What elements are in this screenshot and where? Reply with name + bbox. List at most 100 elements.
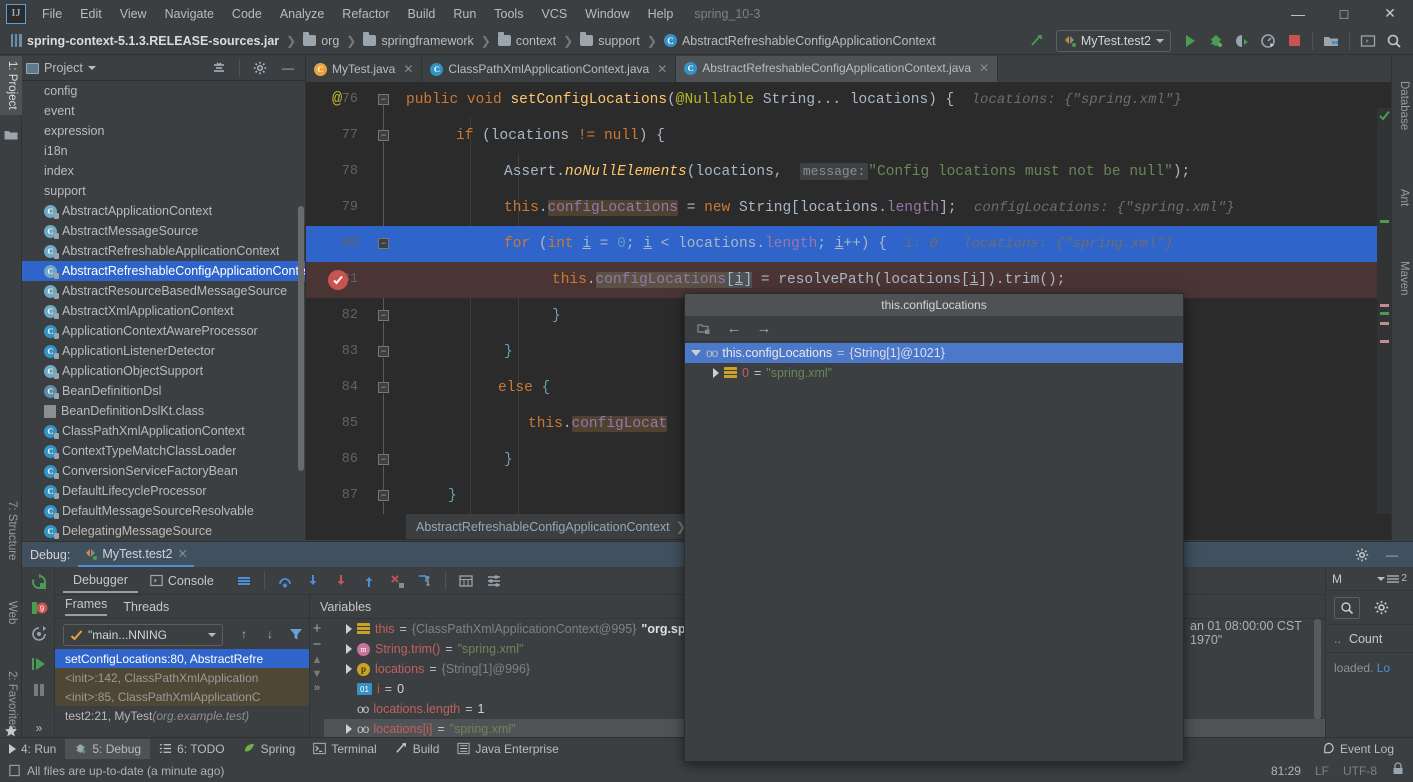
sidebar-item-ant[interactable]: Ant (1392, 184, 1413, 211)
bottom-tab-build[interactable]: Build (386, 739, 449, 759)
popup-row-configlocations[interactable]: oo this.configLocations = {String[1]@102… (685, 343, 1183, 363)
frame-row[interactable]: test2:21, MyTest (org.example.test) (55, 706, 309, 725)
debug-icon[interactable] (1204, 30, 1228, 52)
fold-minus-icon[interactable]: − (378, 490, 389, 501)
tab-abstractrefreshableconfigapplicationcontext-java[interactable]: C AbstractRefreshableConfigApplicationCo… (676, 56, 999, 82)
editor-breadcrumb[interactable]: AbstractRefreshableConfigApplicationCont… (406, 514, 697, 539)
frame-row[interactable]: <init>:85, ClassPathXmlApplicationC (55, 687, 309, 706)
tree-item[interactable]: index (22, 161, 305, 181)
menu-item-refactor[interactable]: Refactor (333, 4, 398, 24)
frame-row[interactable]: <init>:142, ClassPathXmlApplication (55, 668, 309, 687)
bottom-tab-debug[interactable]: 5: Debug (65, 738, 151, 759)
move-up-icon[interactable]: ▲ (312, 654, 323, 666)
tree-item[interactable]: C DelegatingMessageSource (22, 521, 305, 540)
tree-item[interactable]: C ConversionServiceFactoryBean (22, 461, 305, 481)
close-button[interactable]: ✕ (1367, 0, 1413, 27)
folder-icon[interactable] (4, 128, 18, 142)
copy-value-icon[interactable] (692, 318, 716, 340)
menu-item-vcs[interactable]: VCS (532, 4, 576, 24)
chevron-right-icon[interactable] (713, 368, 719, 378)
tree-item[interactable]: expression (22, 121, 305, 141)
menu-item-navigate[interactable]: Navigate (156, 4, 223, 24)
file-encoding[interactable]: UTF-8 (1343, 764, 1377, 778)
drop-frame-icon[interactable] (385, 570, 409, 592)
build-icon[interactable] (1025, 30, 1049, 52)
tree-item[interactable]: C AbstractXmlApplicationContext (22, 301, 305, 321)
back-arrow-icon[interactable]: ← (722, 318, 746, 340)
breadcrumb-item-springframework[interactable]: springframework (360, 32, 476, 50)
tree-item[interactable]: C ApplicationListenerDetector (22, 341, 305, 361)
chevron-right-icon[interactable] (346, 724, 352, 734)
tab-mytest-java[interactable]: C MyTest.java ✕ (306, 56, 423, 82)
frame-row[interactable]: setConfigLocations:80, AbstractRefre (55, 649, 309, 668)
chevron-right-icon[interactable] (346, 644, 352, 654)
force-step-into-icon[interactable] (329, 570, 353, 592)
popup-row-index-0[interactable]: 0 = "spring.xml" (685, 363, 1183, 383)
fold-handle[interactable]: − (372, 370, 400, 406)
tree-item[interactable]: BeanDefinitionDslKt.class (22, 401, 305, 421)
tree-item[interactable]: i18n (22, 141, 305, 161)
event-log-button[interactable]: Event Log (1313, 739, 1403, 759)
menu-item-analyze[interactable]: Analyze (271, 4, 333, 24)
move-down-icon[interactable]: ▼ (312, 668, 323, 680)
fold-handle[interactable]: − (372, 298, 400, 334)
menu-item-view[interactable]: View (111, 4, 156, 24)
watches-tab[interactable]: M 2 (1326, 567, 1413, 591)
sidebar-item-maven[interactable]: Maven (1392, 256, 1413, 301)
breadcrumb-item-class[interactable]: C AbstractRefreshableConfigApplicationCo… (661, 32, 939, 50)
gear-icon[interactable] (1350, 544, 1374, 566)
minimize-button[interactable]: — (1275, 0, 1321, 27)
add-watch-icon[interactable]: + (313, 621, 322, 636)
fold-minus-icon[interactable]: − (378, 346, 389, 357)
breadcrumb-item-support[interactable]: support (577, 32, 643, 50)
menu-item-code[interactable]: Code (223, 4, 271, 24)
maximize-button[interactable]: □ (1321, 0, 1367, 27)
chevron-right-icon[interactable] (346, 624, 352, 634)
close-icon[interactable]: ✕ (979, 61, 989, 75)
project-tree[interactable]: config event expression i18n index support C Ab… (22, 81, 305, 540)
bottom-tab-java-enterprise[interactable]: Java Enterprise (448, 739, 567, 759)
menu-item-help[interactable]: Help (639, 4, 683, 24)
fold-handle[interactable]: − (372, 334, 400, 370)
tab-debugger[interactable]: Debugger (63, 569, 138, 593)
close-icon[interactable]: ✕ (403, 62, 413, 76)
bottom-tab-terminal[interactable]: Terminal (304, 739, 385, 759)
search-icon[interactable] (1334, 596, 1360, 619)
project-structure-icon[interactable] (1319, 30, 1343, 52)
tree-item[interactable]: C ClassPathXmlApplicationContext (22, 421, 305, 441)
mute-breakpoints-icon[interactable]: 9 (28, 597, 50, 619)
breadcrumb-item-jar[interactable]: spring-context-5.1.3.RELEASE-sources.jar (8, 32, 282, 50)
stop-icon[interactable] (1282, 30, 1306, 52)
menu-item-run[interactable]: Run (444, 4, 485, 24)
thread-selector[interactable]: "main...NNING (63, 624, 223, 646)
fold-handle[interactable]: − (372, 118, 400, 154)
filter-icon[interactable] (284, 623, 308, 645)
value-inspector-popup[interactable]: this.configLocations ← → oo this.configL… (684, 293, 1184, 762)
more-icon[interactable]: » (314, 682, 320, 694)
read-only-icon[interactable] (1391, 762, 1405, 779)
resume-icon[interactable] (28, 653, 50, 675)
popup-variables-tree[interactable]: oo this.configLocations = {String[1]@102… (685, 342, 1183, 761)
fold-minus-icon[interactable]: − (378, 310, 389, 321)
run-configuration-selector[interactable]: MyTest.test2 (1055, 29, 1171, 52)
pause-icon[interactable] (28, 679, 50, 701)
run-to-cursor-icon[interactable] (413, 570, 437, 592)
tree-item[interactable]: C AbstractMessageSource (22, 221, 305, 241)
sidebar-item-database[interactable]: Database (1392, 76, 1413, 135)
breadcrumb-item-org[interactable]: org (300, 32, 342, 50)
forward-arrow-icon[interactable]: → (752, 318, 776, 340)
project-panel-title[interactable]: Project (26, 61, 96, 75)
frames-list[interactable]: setConfigLocations:80, AbstractRefre <ini… (55, 649, 309, 725)
fold-minus-icon[interactable]: − (378, 238, 389, 249)
menu-item-window[interactable]: Window (576, 4, 638, 24)
fold-handle[interactable]: − (372, 478, 400, 514)
watches-link[interactable]: Lo (1377, 661, 1390, 675)
step-into-icon[interactable] (301, 570, 325, 592)
tree-item[interactable]: event (22, 101, 305, 121)
tab-frames[interactable]: Frames (65, 597, 108, 616)
hide-panel-icon[interactable]: — (1380, 544, 1404, 566)
sidebar-item-project[interactable]: 1: Project (0, 56, 22, 115)
breakpoint-icon[interactable] (328, 270, 348, 290)
frame-down-icon[interactable]: ↓ (258, 623, 282, 645)
debug-session-tab[interactable]: MyTest.test2 ✕ (78, 542, 194, 567)
